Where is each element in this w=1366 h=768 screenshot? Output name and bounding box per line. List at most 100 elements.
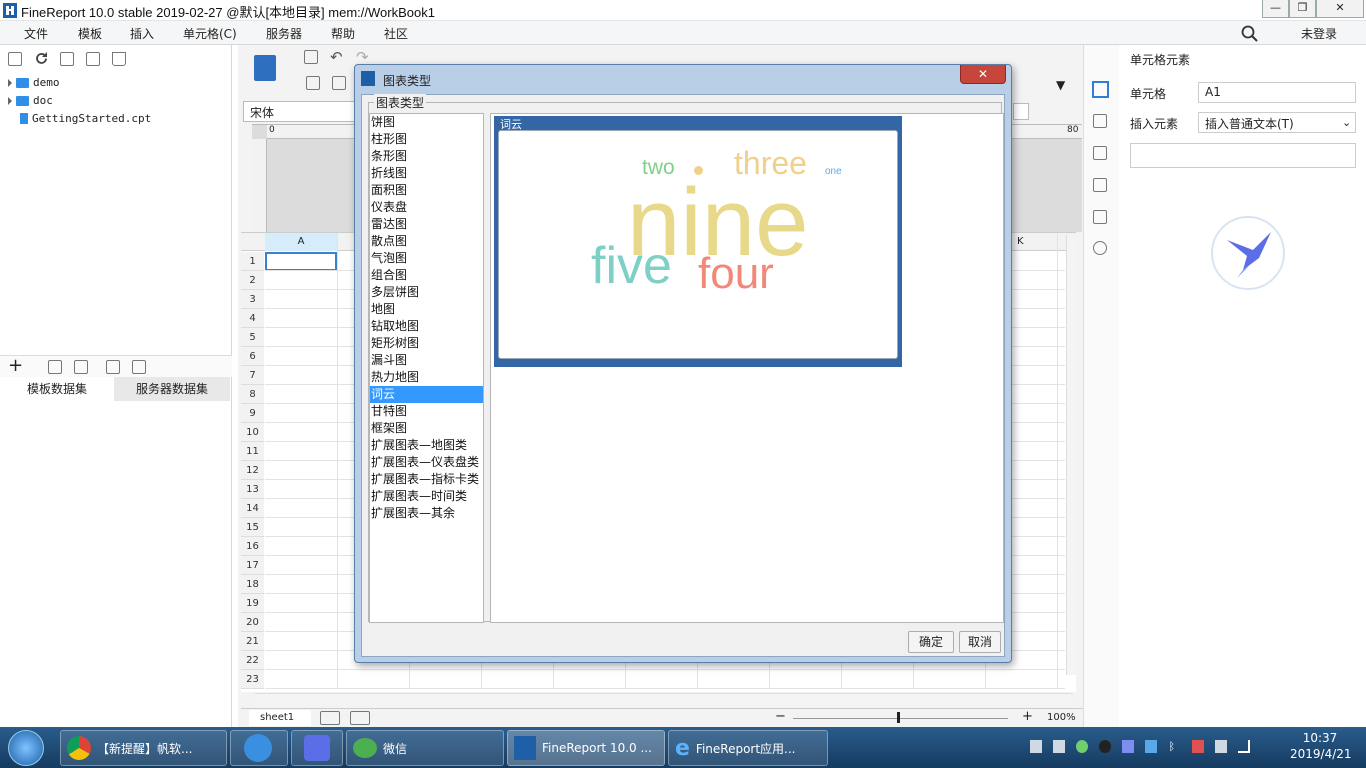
network-signal-icon[interactable]	[1237, 740, 1250, 753]
row-header[interactable]: 13	[241, 480, 264, 499]
row-header[interactable]: 6	[241, 347, 264, 366]
border-style-select[interactable]	[1013, 103, 1029, 120]
row-header[interactable]: 2	[241, 271, 264, 290]
column-header-k[interactable]: K	[1011, 233, 1071, 251]
chart-type-list[interactable]: 饼图 柱形图 条形图 折线图 面积图 仪表盘 雷达图 散点图 气泡图 组合图 多层饼图 地图 钻取地图矩…	[369, 113, 484, 623]
row-header[interactable]: 5	[241, 328, 264, 347]
open-template-icon[interactable]	[60, 52, 74, 66]
chart-type-item[interactable]: 漏斗图	[370, 352, 483, 369]
cell-name-field[interactable]: A1	[1198, 82, 1356, 103]
start-button[interactable]	[8, 730, 44, 766]
row-header[interactable]: 15	[241, 518, 264, 537]
chart-type-item[interactable]: 雷达图	[370, 216, 483, 233]
save-icon[interactable]	[304, 50, 318, 64]
ok-button[interactable]: 确定	[908, 631, 954, 653]
float-element-icon[interactable]	[1093, 146, 1107, 160]
chart-type-item[interactable]: 气泡图	[370, 250, 483, 267]
tab-template-dataset[interactable]: 模板数据集	[0, 377, 114, 401]
row-header[interactable]: 11	[241, 442, 264, 461]
selected-cell-a1[interactable]	[265, 252, 337, 271]
sheet-tab-sheet1[interactable]: sheet1	[249, 710, 311, 726]
row-header[interactable]: 22	[241, 651, 264, 670]
clipboard-icon[interactable]	[1053, 740, 1066, 753]
insert-element-select[interactable]: 插入普通文本(T)	[1198, 112, 1356, 133]
menu-file[interactable]: 文件	[24, 25, 48, 42]
add-dataset-icon[interactable]: +	[8, 357, 23, 375]
chart-type-item[interactable]: 多层饼图	[370, 284, 483, 301]
chart-type-item[interactable]: 仪表盘	[370, 199, 483, 216]
undo-icon[interactable]: ↶	[330, 48, 343, 66]
refresh-icon[interactable]	[34, 51, 49, 66]
chart-type-item[interactable]: 条形图	[370, 148, 483, 165]
chart-type-item[interactable]: 柱形图	[370, 131, 483, 148]
taskbar-item-app[interactable]	[230, 730, 288, 766]
chart-type-item[interactable]: 散点图	[370, 233, 483, 250]
bluetooth-icon[interactable]: ᛒ	[1168, 740, 1180, 753]
row-header[interactable]: 16	[241, 537, 264, 556]
vertical-scrollbar[interactable]	[1066, 235, 1076, 675]
close-window-button[interactable]: ✕	[1316, 0, 1364, 18]
chart-type-item[interactable]: 扩展图表—地图类	[370, 437, 483, 454]
keyboard-icon[interactable]	[1030, 740, 1043, 753]
chart-type-item[interactable]: 折线图	[370, 165, 483, 182]
row-header[interactable]: 18	[241, 575, 264, 594]
chart-type-item[interactable]: 甘特图	[370, 403, 483, 420]
chart-type-item[interactable]: 钻取地图	[370, 318, 483, 335]
login-link[interactable]: 未登录	[1301, 25, 1337, 42]
chart-type-item[interactable]: 扩展图表—仪表盘类	[370, 454, 483, 471]
column-header-a[interactable]: A	[265, 233, 337, 251]
format-dropdown-icon[interactable]: ▼	[1056, 78, 1065, 92]
row-header[interactable]: 9	[241, 404, 264, 423]
taskbar-item-bird[interactable]	[291, 730, 343, 766]
add-sheet-icon[interactable]	[320, 711, 340, 725]
widget-settings-icon[interactable]	[1093, 178, 1107, 192]
chart-type-item[interactable]: 热力地图	[370, 369, 483, 386]
dataset-params-icon[interactable]	[132, 360, 146, 374]
zoom-out-button[interactable]: −	[775, 709, 786, 724]
row-header[interactable]: 19	[241, 594, 264, 613]
row-header[interactable]: 1	[241, 252, 264, 271]
menu-community[interactable]: 社区	[384, 25, 408, 42]
dialog-close-button[interactable]: ✕	[960, 65, 1006, 84]
power-icon[interactable]	[1214, 740, 1227, 753]
taskbar-item-wechat[interactable]: 微信	[346, 730, 504, 766]
zoom-slider-handle[interactable]	[897, 712, 900, 723]
chart-type-item[interactable]: 扩展图表—指标卡类	[370, 471, 483, 488]
taskbar-item-chrome[interactable]: 【新提醒】帆软...	[60, 730, 227, 766]
taskbar-item-ie[interactable]: e FineReport应用...	[668, 730, 828, 766]
cancel-button[interactable]: 取消	[959, 631, 1001, 653]
chart-type-item[interactable]: 词云	[370, 386, 483, 403]
chevron-down-icon[interactable]: ⌄	[1342, 116, 1351, 129]
cell-element-icon[interactable]	[1092, 81, 1109, 98]
chart-type-item[interactable]: 饼图	[370, 114, 483, 131]
tree-item-demo[interactable]: demo	[8, 74, 60, 91]
tab-server-dataset[interactable]: 服务器数据集	[114, 377, 230, 401]
search-icon[interactable]	[1241, 25, 1258, 42]
preview-icon[interactable]	[254, 55, 276, 81]
row-header[interactable]: 17	[241, 556, 264, 575]
qq-icon[interactable]	[1099, 740, 1112, 753]
row-header[interactable]: 4	[241, 309, 264, 328]
font-select[interactable]: 宋体	[243, 101, 363, 122]
menu-server[interactable]: 服务器	[266, 25, 302, 42]
zoom-in-button[interactable]: +	[1022, 709, 1033, 724]
add-polysheet-icon[interactable]	[350, 711, 370, 725]
tree-item-gettingstarted[interactable]: GettingStarted.cpt	[20, 110, 151, 127]
zoom-slider[interactable]	[793, 718, 1008, 719]
chart-type-item[interactable]: 面积图	[370, 182, 483, 199]
word-cloud-preview-card[interactable]: 词云 nine five four three two one	[494, 116, 902, 367]
chart-type-item[interactable]: 框架图	[370, 420, 483, 437]
hyperlink-icon[interactable]	[1093, 241, 1107, 255]
cell-content-field[interactable]	[1130, 143, 1356, 168]
wechat-tray-icon[interactable]	[1076, 740, 1089, 753]
row-header[interactable]: 23	[241, 670, 264, 689]
row-header[interactable]: 7	[241, 366, 264, 385]
volume-muted-icon[interactable]	[1191, 740, 1204, 753]
expand-caret-icon[interactable]	[8, 78, 12, 87]
chart-type-item[interactable]: 组合图	[370, 267, 483, 284]
row-header[interactable]: 20	[241, 613, 264, 632]
tree-item-doc[interactable]: doc	[8, 92, 53, 109]
template-settings-icon[interactable]	[86, 52, 100, 66]
chart-type-item[interactable]: 扩展图表—时间类	[370, 488, 483, 505]
clock[interactable]: 10:37 2019/4/21	[1290, 731, 1352, 761]
